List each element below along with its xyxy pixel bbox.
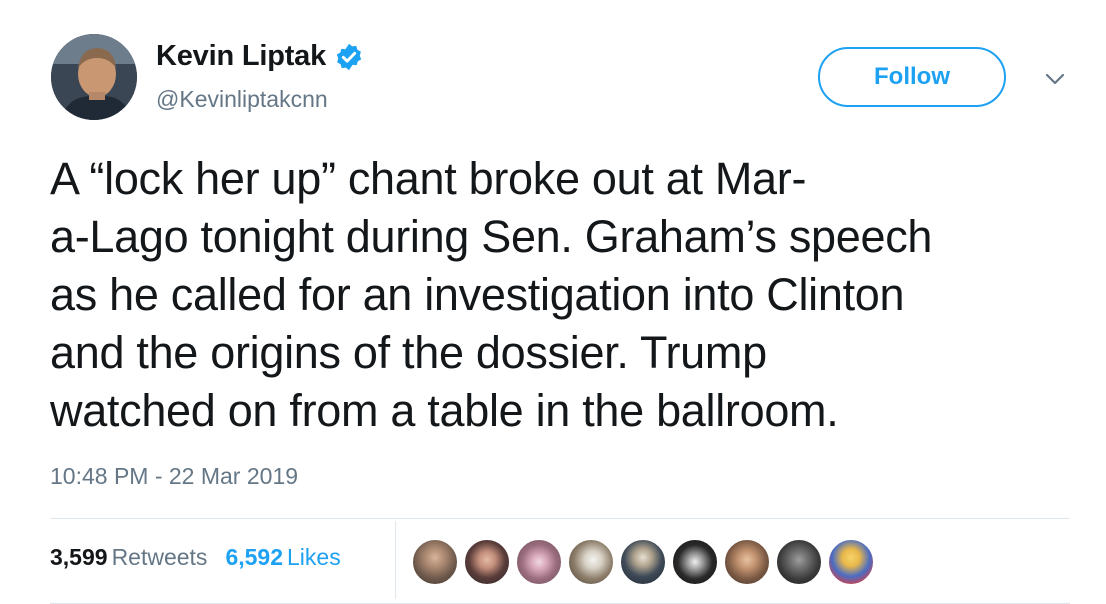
tweet-text-line: a-Lago tonight during Sen. Graham’s spee… (50, 211, 933, 262)
liker-avatar[interactable] (515, 538, 563, 586)
user-handle[interactable]: @Kevinliptakcnn (156, 86, 328, 113)
liker-avatar[interactable] (671, 538, 719, 586)
display-name[interactable]: Kevin Liptak (156, 40, 364, 73)
stats-top-divider (50, 518, 1070, 519)
tweet-text-line: A “lock her up” chant broke out at Mar- (50, 153, 807, 204)
likes-count: 6,592 (225, 544, 283, 570)
liker-avatar[interactable] (411, 538, 459, 586)
retweets-label: Retweets (111, 544, 208, 570)
chevron-down-icon[interactable] (1042, 66, 1068, 92)
avatar-image (51, 34, 137, 120)
tweet-text-line: as he called for an investigation into C… (50, 269, 905, 320)
liker-avatar[interactable] (463, 538, 511, 586)
retweets-stat[interactable]: 3,599 Retweets (50, 544, 207, 571)
liker-avatar[interactable] (827, 538, 875, 586)
tweet-card: Kevin Liptak @Kevinliptakcnn Follow A “l… (0, 0, 1106, 604)
follow-button[interactable]: Follow (818, 47, 1006, 107)
likes-stat[interactable]: 6,592 Likes (225, 544, 340, 571)
tweet-stats: 3,599 Retweets 6,592 Likes (50, 544, 359, 571)
liker-avatar[interactable] (723, 538, 771, 586)
liker-avatar[interactable] (567, 538, 615, 586)
retweets-count: 3,599 (50, 544, 108, 570)
liker-avatar[interactable] (775, 538, 823, 586)
tweet-text-line: and the origins of the dossier. Trump (50, 327, 767, 378)
liker-avatar[interactable] (619, 538, 667, 586)
tweet-text: A “lock her up” chant broke out at Mar- … (50, 150, 1080, 440)
tweet-timestamp[interactable]: 10:48 PM - 22 Mar 2019 (50, 463, 298, 490)
profile-avatar[interactable] (51, 34, 137, 120)
verified-badge-icon (334, 42, 364, 72)
liker-avatars (411, 538, 879, 586)
stats-separator (395, 521, 396, 599)
likes-label: Likes (287, 544, 341, 570)
display-name-text: Kevin Liptak (156, 40, 327, 72)
tweet-text-line: watched on from a table in the ballroom. (50, 385, 839, 436)
